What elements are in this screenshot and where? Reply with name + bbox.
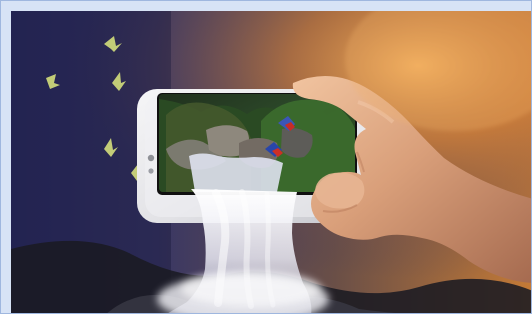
image-frame: [0, 0, 532, 314]
waterfall-smartphone-illustration: [11, 11, 531, 313]
scene-photo: [11, 11, 531, 313]
